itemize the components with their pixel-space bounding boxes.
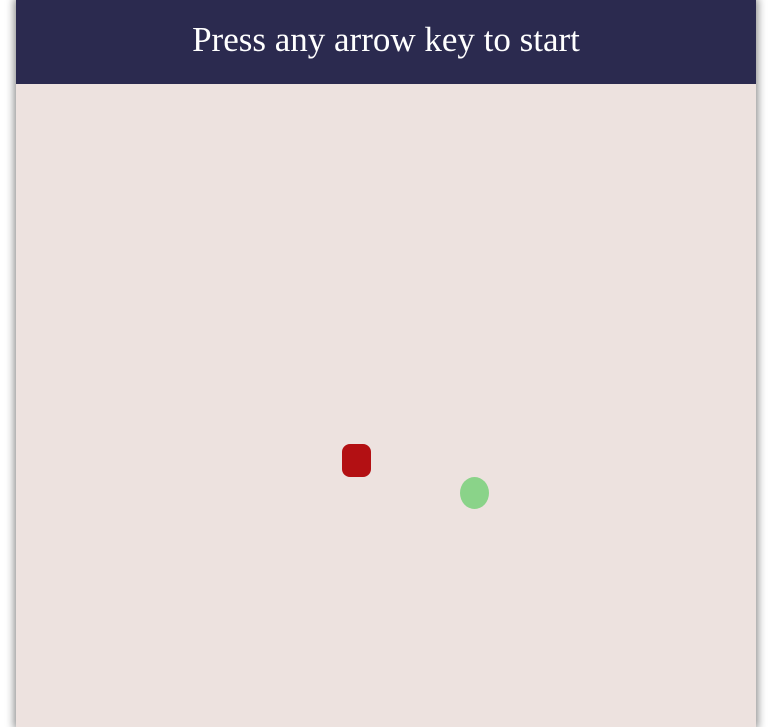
game-container: Press any arrow key to start [16,0,756,727]
food-pellet [460,477,489,509]
snake-head [342,444,371,477]
start-message: Press any arrow key to start [192,19,580,59]
game-board[interactable] [16,84,756,727]
game-header: Press any arrow key to start [16,0,756,84]
